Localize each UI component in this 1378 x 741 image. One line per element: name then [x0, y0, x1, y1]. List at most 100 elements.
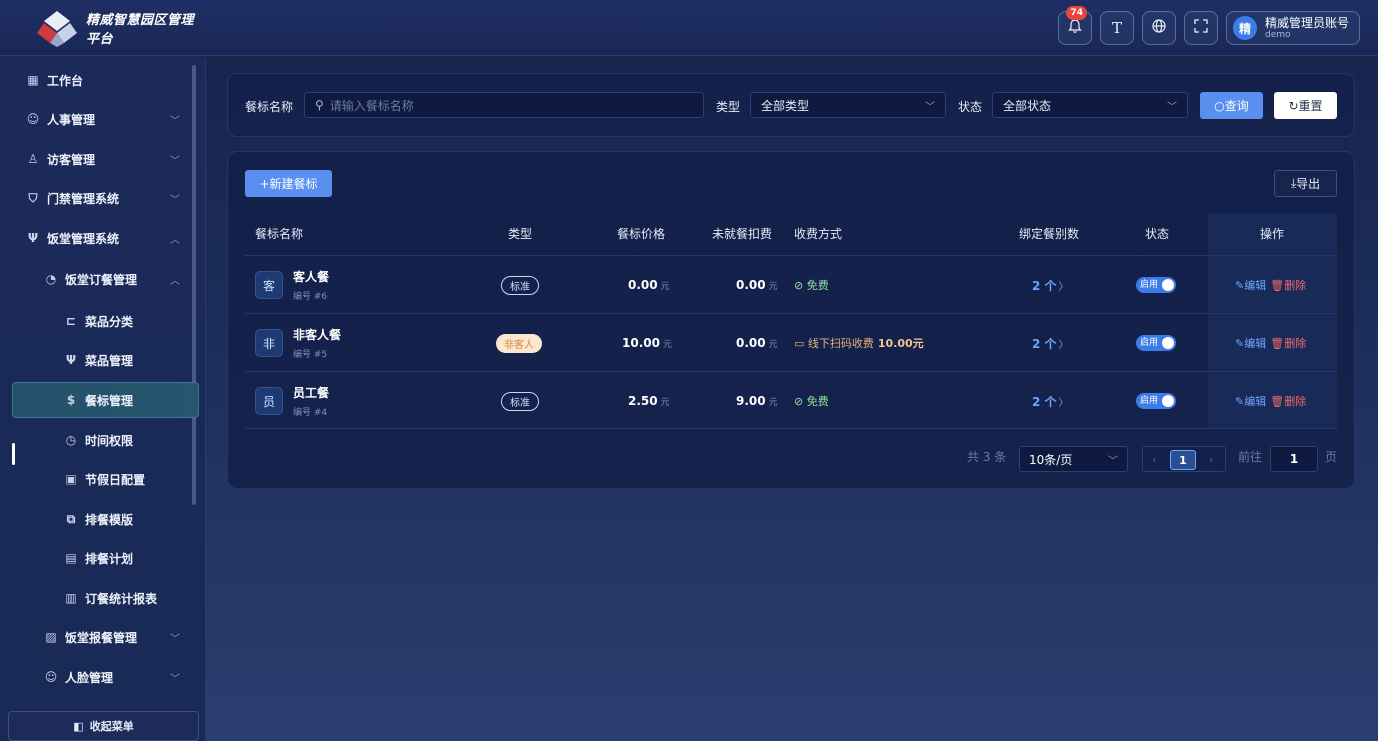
user-account: demo [1264, 29, 1291, 40]
collapse-menu-label: 收起菜单 [89, 720, 134, 733]
edit-icon: ✎ [1235, 279, 1245, 292]
sidebar-item-dashboard[interactable]: ▦ 工作台 [0, 62, 200, 98]
status-cell: 启用 [1136, 256, 1176, 314]
status-toggle[interactable]: 启用 [1136, 335, 1176, 351]
notification-button[interactable]: 74 [1057, 6, 1092, 45]
collapse-icon: ◧ [73, 719, 84, 733]
sidebar-item-label: 排餐计划 [85, 551, 134, 566]
col-header-action: 操作 [1260, 227, 1285, 241]
refresh-icon: ↻ [1288, 98, 1299, 113]
price-unit: 元 [660, 397, 670, 408]
sidebar-item-label: 工作台 [47, 73, 84, 88]
check-circle-icon: ⊘ [794, 278, 807, 292]
status-cell: 启用 [1136, 314, 1176, 372]
row-avatar: 员 [255, 387, 283, 415]
edit-button[interactable]: ✎编辑 [1235, 335, 1266, 351]
sidebar-item-canteen-report[interactable]: ▨ 饭堂报餐管理 ﹀ [0, 619, 200, 655]
goto-label: 前往 [1238, 450, 1263, 464]
page-number-current[interactable]: 1 [1170, 450, 1196, 470]
fee-value: 0.00 [736, 336, 766, 350]
sidebar-item-label: 菜品分类 [85, 314, 134, 329]
sidebar-item-hr[interactable]: ☺ 人事管理 ﹀ [0, 101, 200, 137]
meal-standard-table: 餐标名称 类型 餐标价格 未就餐扣费 收费方式 绑定餐别数 状态 操作 客 客人… [245, 213, 1337, 429]
name-search-input[interactable]: ⚲ 请输入餐标名称 [304, 92, 704, 118]
sidebar-item-access[interactable]: ⛉ 门禁管理系统 ﹀ [0, 180, 200, 216]
chevron-down-icon: ﹀ [170, 633, 180, 645]
user-menu[interactable]: 精 精威管理员账号 demo [1225, 11, 1360, 45]
next-page-button[interactable]: › [1209, 447, 1213, 473]
status-toggle-label: 启用 [1140, 280, 1159, 290]
fullscreen-button[interactable] [1183, 11, 1218, 45]
bind-cell[interactable]: 2 个〉 [1032, 372, 1069, 430]
type-cell: 非客人 [496, 314, 542, 372]
sidebar-item-label: 饭堂订餐管理 [65, 272, 138, 287]
prev-page-button[interactable]: ‹ [1152, 447, 1156, 473]
status-toggle[interactable]: 启用 [1136, 393, 1176, 409]
reset-button-label: 重置 [1298, 99, 1323, 113]
page-size-value: 10条/页 [1029, 452, 1073, 467]
row-code: 编号 #5 [293, 350, 328, 360]
bind-count-link[interactable]: 2 个 [1032, 277, 1057, 294]
export-button[interactable]: ⤓ 导出 [1274, 170, 1337, 197]
font-size-button[interactable]: T [1099, 11, 1134, 45]
fee-value: 9.00 [736, 394, 766, 408]
sidebar-item-label: 时间权限 [85, 433, 134, 448]
pay-method: 免费 [806, 279, 829, 292]
type-select[interactable]: 全部类型 ﹀ [750, 92, 946, 118]
sidebar-item-holiday[interactable]: ▣ 节假日配置 [0, 461, 200, 497]
pagination-nav: ‹ 1 › [1142, 446, 1226, 472]
sidebar-item-canteen[interactable]: Ψ 饭堂管理系统 ︿ [0, 220, 200, 256]
delete-button[interactable]: 🗑︎删除 [1270, 335, 1306, 351]
price-unit: 元 [662, 339, 672, 350]
bind-cell[interactable]: 2 个〉 [1032, 314, 1069, 372]
page-size-select[interactable]: 10条/页 ﹀ [1019, 446, 1128, 472]
new-meal-standard-button[interactable]: +新建餐标 [245, 170, 332, 197]
sidebar-item-time-permission[interactable]: ◷ 时间权限 [0, 422, 200, 458]
fee-cell: 0.00 元 [736, 256, 778, 314]
delete-button[interactable]: 🗑︎删除 [1270, 277, 1306, 293]
edit-button[interactable]: ✎编辑 [1235, 277, 1266, 293]
type-cell: 标准 [501, 372, 539, 430]
chevron-up-icon: ︿ [170, 275, 180, 287]
app-title: 精威智慧园区管理平台 [86, 12, 195, 47]
status-toggle[interactable]: 启用 [1136, 277, 1176, 293]
pay-method: 线下扫码收费 [807, 337, 874, 350]
sidebar-item-canteen-order[interactable]: ◔ 饭堂订餐管理 ︿ [0, 261, 200, 297]
sidebar-item-order-report[interactable]: ▥ 订餐统计报表 [0, 580, 200, 616]
edit-icon: ✎ [1235, 337, 1245, 350]
sidebar-item-dish[interactable]: Ψ 菜品管理 [0, 342, 200, 378]
status-select[interactable]: 全部状态 ﹀ [992, 92, 1188, 118]
sidebar-item-face[interactable]: ☺ 人脸管理 ﹀ [0, 659, 200, 695]
bind-count-link[interactable]: 2 个 [1032, 393, 1057, 410]
bell-icon [1067, 18, 1083, 38]
fee-unit: 元 [768, 281, 778, 292]
delete-button[interactable]: 🗑︎删除 [1270, 393, 1306, 409]
reset-button[interactable]: ↻ 重置 [1274, 92, 1337, 119]
pay-amount: 10.00元 [877, 337, 924, 350]
template-icon: ⧉ [66, 511, 76, 526]
edit-icon: ✎ [1235, 395, 1245, 408]
goto-page-input[interactable]: 1 [1270, 446, 1318, 472]
export-button-label: 导出 [1296, 177, 1321, 191]
chevron-down-icon: ﹀ [1108, 455, 1118, 467]
chevron-right-icon: 〉 [1058, 397, 1069, 409]
bind-cell[interactable]: 2 个〉 [1032, 256, 1069, 314]
language-button[interactable] [1141, 11, 1176, 45]
edit-label: 编辑 [1244, 337, 1267, 350]
trash-icon: 🗑︎ [1270, 279, 1285, 292]
collapse-menu-button[interactable]: ◧ 收起菜单 [8, 711, 199, 741]
edit-button[interactable]: ✎编辑 [1235, 393, 1266, 409]
row-code: 编号 #6 [293, 292, 328, 302]
sidebar-item-visitor[interactable]: ♙ 访客管理 ﹀ [0, 141, 200, 177]
table-row: 客 客人餐 编号 #6 标准 0.00 元 0.00 元 ⊘ 免费 2 个〉 启… [245, 255, 1337, 313]
bind-count-link[interactable]: 2 个 [1032, 335, 1057, 352]
logo-icon [34, 9, 80, 47]
sidebar-item-meal-plan[interactable]: ▤ 排餐计划 [0, 540, 200, 576]
sidebar-item-meal-standard[interactable]: $ 餐标管理 [12, 382, 199, 418]
sidebar-item-label: 人事管理 [47, 112, 96, 127]
name-filter-label: 餐标名称 [245, 100, 294, 114]
query-button[interactable]: ○ 查询 [1200, 92, 1263, 119]
sidebar-item-dish-category[interactable]: ⊏ 菜品分类 [0, 303, 200, 339]
row-code: 编号 #4 [293, 408, 328, 418]
sidebar-item-meal-template[interactable]: ⧉ 排餐模版 [0, 501, 200, 537]
